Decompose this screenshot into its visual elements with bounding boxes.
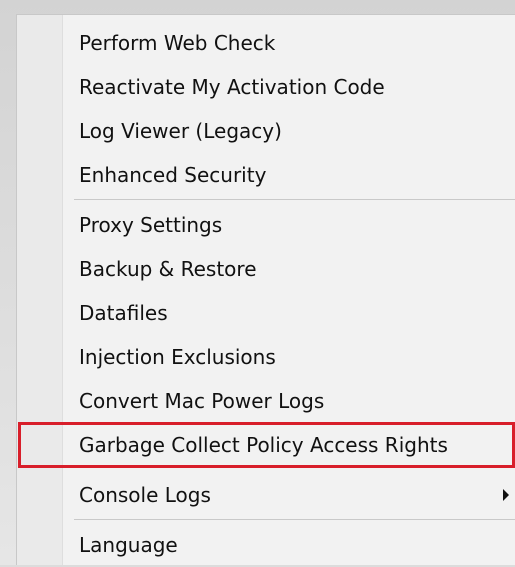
menu-item-language[interactable]: Language [17,523,515,567]
menu-separator [74,199,515,200]
menu-item-datafiles[interactable]: Datafiles [17,291,515,335]
menu-item-label: Perform Web Check [79,31,276,55]
menu-item-backup-restore[interactable]: Backup & Restore [17,247,515,291]
menu-item-proxy-settings[interactable]: Proxy Settings [17,203,515,247]
menu-item-garbage-collect-policy-access-rights[interactable]: Garbage Collect Policy Access Rights [17,423,515,467]
menu-item-reactivate-activation-code[interactable]: Reactivate My Activation Code [17,65,515,109]
menu-item-label: Garbage Collect Policy Access Rights [79,433,448,457]
menu-item-label: Datafiles [79,301,168,325]
context-menu: Perform Web Check Reactivate My Activati… [16,14,515,565]
menu-item-label: Backup & Restore [79,257,257,281]
menu-item-label: Injection Exclusions [79,345,276,369]
chevron-right-icon [503,489,509,501]
menu-item-enhanced-security[interactable]: Enhanced Security [17,153,515,197]
menu-item-console-logs[interactable]: Console Logs [17,473,515,517]
menu-item-label: Language [79,533,178,557]
menu-item-log-viewer-legacy[interactable]: Log Viewer (Legacy) [17,109,515,153]
menu-item-label: Reactivate My Activation Code [79,75,385,99]
menu-item-label: Proxy Settings [79,213,223,237]
menu-item-label: Log Viewer (Legacy) [79,119,282,143]
menu-item-perform-web-check[interactable]: Perform Web Check [17,21,515,65]
menu-separator [74,519,515,520]
menu-item-convert-mac-power-logs[interactable]: Convert Mac Power Logs [17,379,515,423]
menu-item-injection-exclusions[interactable]: Injection Exclusions [17,335,515,379]
menu-item-label: Enhanced Security [79,163,267,187]
menu-item-label: Convert Mac Power Logs [79,389,325,413]
menu-item-label: Console Logs [79,483,211,507]
